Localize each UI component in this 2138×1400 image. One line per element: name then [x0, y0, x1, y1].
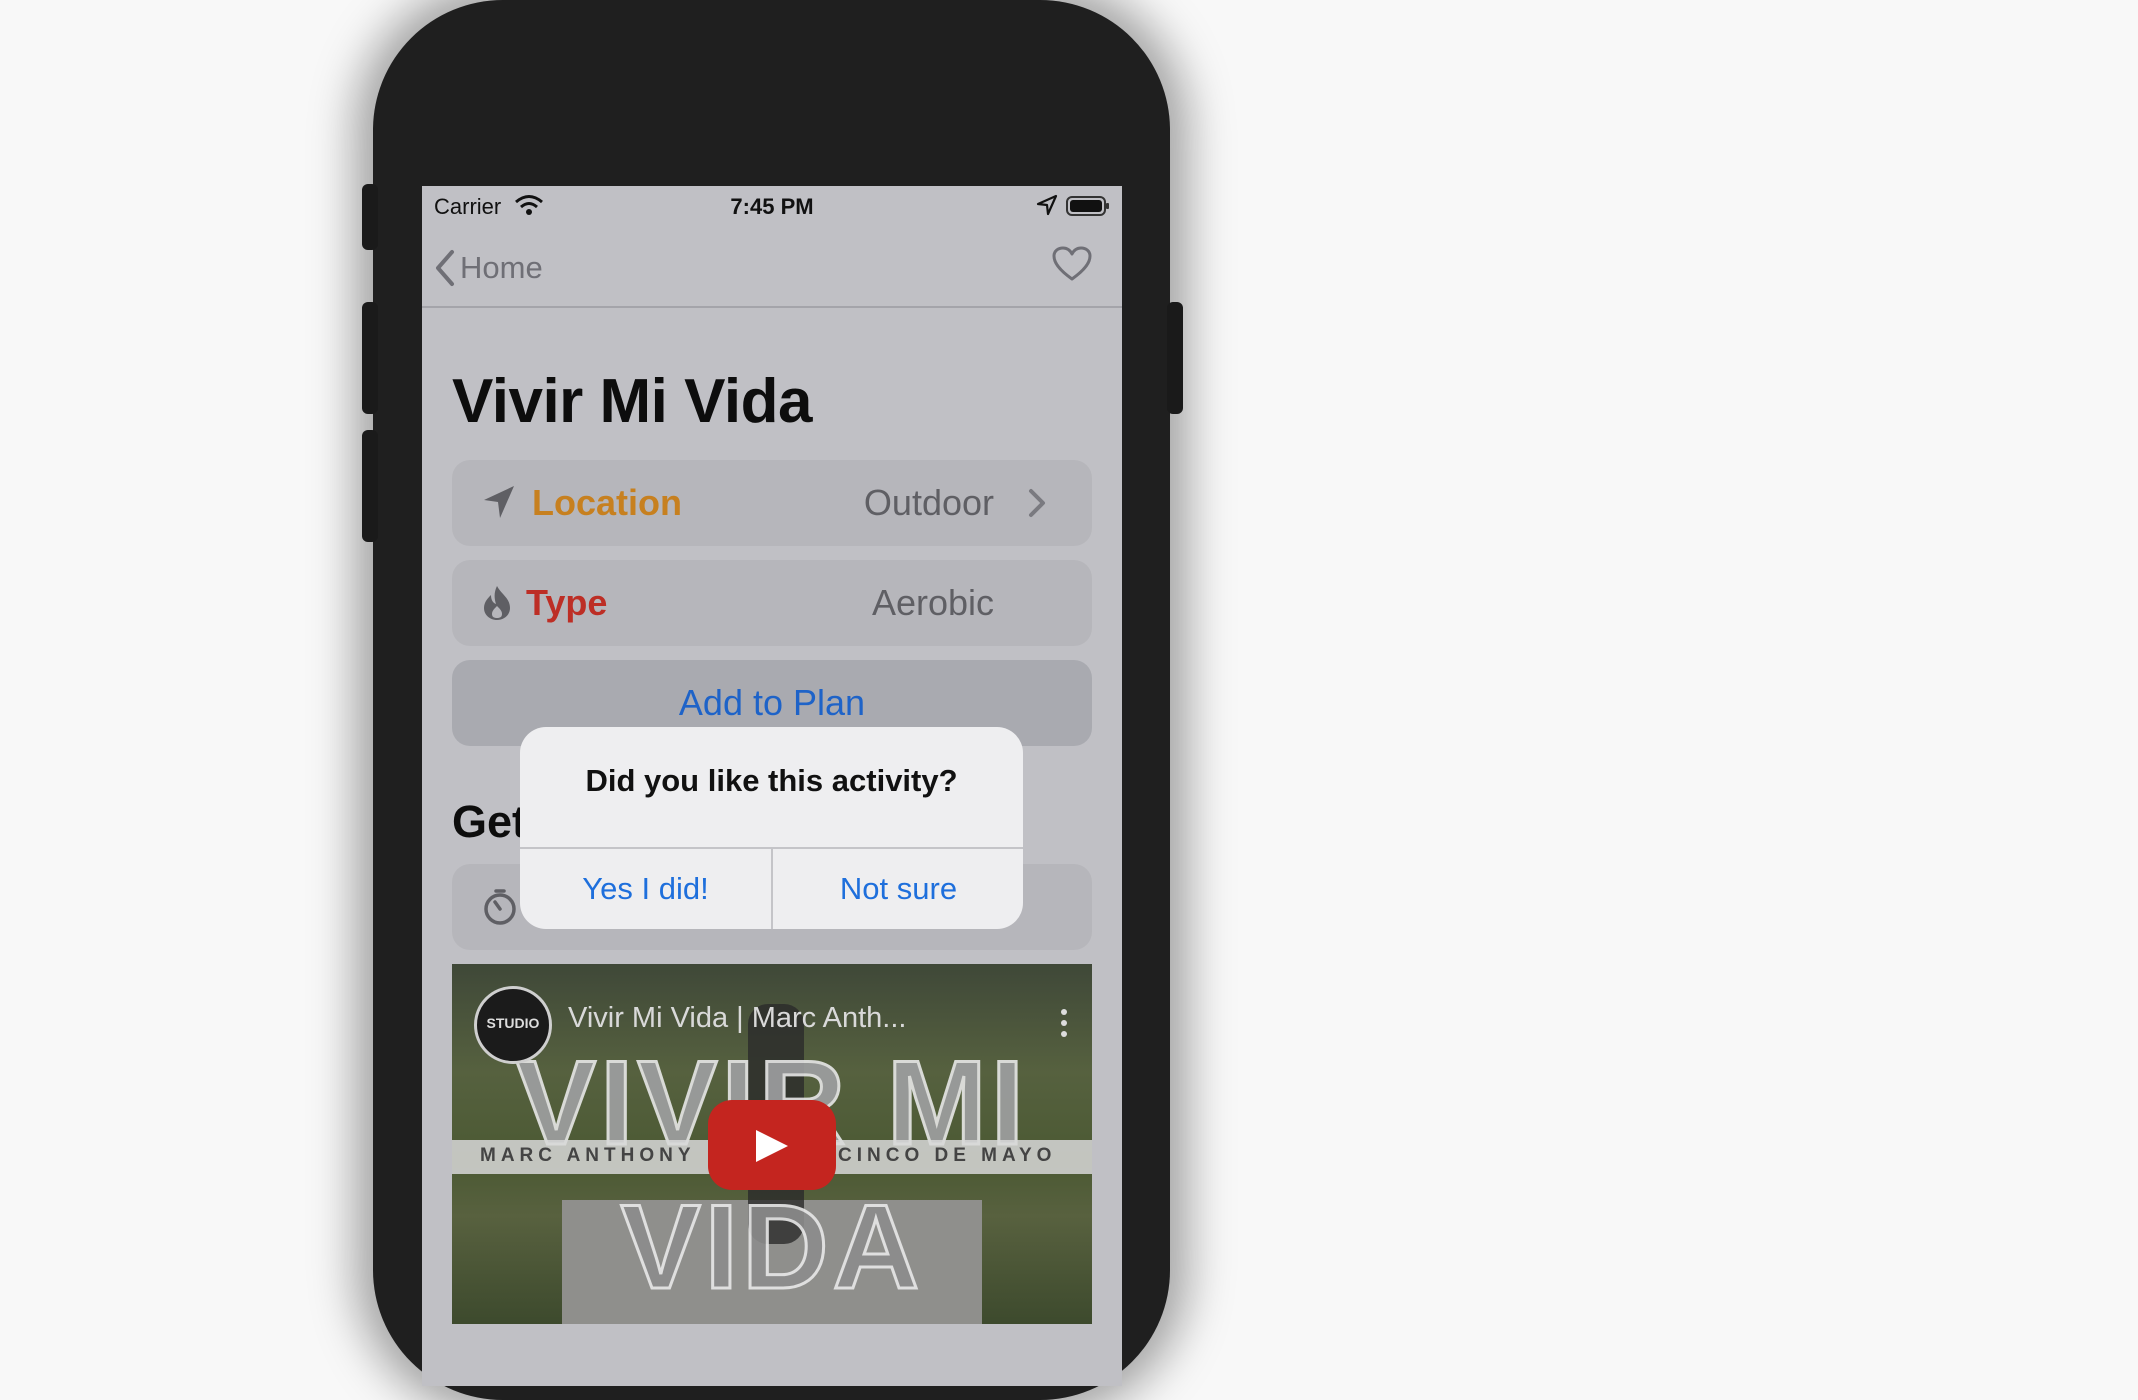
- flame-icon: [482, 584, 512, 627]
- type-value: Aerobic: [871, 582, 994, 623]
- play-icon: [756, 1130, 788, 1162]
- alert-dialog: Did you like this activity? Yes I did! N…: [520, 727, 1023, 929]
- location-label: Location: [532, 482, 682, 523]
- type-row: Type Aerobic: [452, 560, 1092, 646]
- video-band-right-text: CINCO DE MAYO: [838, 1145, 1057, 1166]
- status-time: 7:45 PM: [730, 194, 814, 219]
- volume-up-button: [362, 302, 378, 414]
- video-player[interactable]: VIVIR MI MARC ANTHONY CINCO DE MAYO VIDA…: [452, 964, 1092, 1324]
- channel-logo[interactable]: STUDIO: [474, 986, 552, 1064]
- back-label: Home: [460, 250, 543, 285]
- chevron-left-icon: [436, 250, 454, 286]
- location-arrow-icon: [1036, 194, 1058, 222]
- back-button[interactable]: Home: [434, 248, 543, 288]
- play-button[interactable]: [708, 1100, 836, 1190]
- location-value: Outdoor: [863, 482, 994, 523]
- section-heading: Get: [452, 796, 528, 847]
- chevron-right-icon: [1028, 488, 1046, 523]
- location-row[interactable]: Location Outdoor: [452, 460, 1092, 546]
- type-label: Type: [526, 582, 608, 623]
- video-band-left-text: MARC ANTHONY: [480, 1145, 696, 1166]
- video-title[interactable]: Vivir Mi Vida | Marc Anth...: [568, 1002, 906, 1035]
- phone-screen: Carrier 7:45 PM Home Vivir Mi Vida Locat…: [422, 186, 1122, 1386]
- mute-switch: [362, 184, 378, 250]
- navigation-bar: Home: [422, 226, 1122, 308]
- activity-title: Vivir Mi Vida: [452, 367, 812, 436]
- status-bar: Carrier 7:45 PM: [422, 186, 1122, 226]
- location-arrow-icon: [482, 484, 516, 525]
- favorite-heart-icon[interactable]: [1052, 246, 1092, 287]
- more-options-icon[interactable]: [1060, 1008, 1068, 1043]
- yes-button[interactable]: Yes I did!: [520, 849, 771, 929]
- alert-message: Did you like this activity?: [585, 763, 958, 798]
- power-button: [1167, 302, 1183, 414]
- volume-down-button: [362, 430, 378, 542]
- timer-icon: [482, 888, 518, 931]
- battery-icon: [1066, 195, 1110, 223]
- video-overlay-text-bottom: VIDA: [619, 1179, 924, 1316]
- not-sure-button[interactable]: Not sure: [773, 849, 1023, 929]
